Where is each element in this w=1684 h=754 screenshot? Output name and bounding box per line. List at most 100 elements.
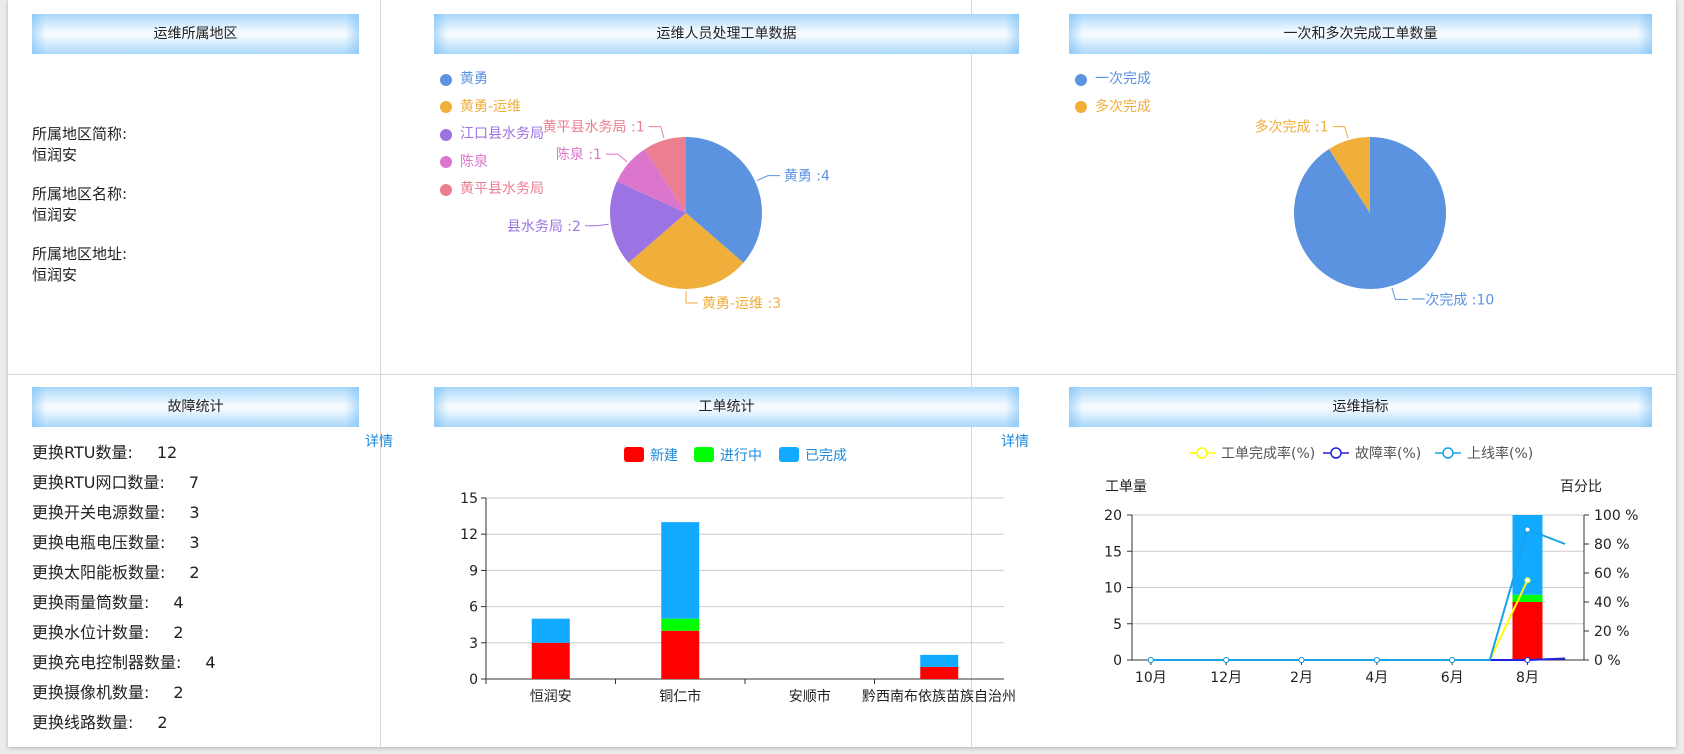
fault-value: 7 bbox=[188, 473, 200, 492]
pie-label-line bbox=[584, 223, 609, 227]
x-tick-label: 4月 bbox=[1365, 670, 1388, 686]
fault-value: 3 bbox=[189, 533, 200, 552]
left-tick-label: 15 bbox=[1104, 544, 1122, 560]
pie-label-line bbox=[1332, 126, 1349, 139]
region-short-name: 所属地区简称: 恒润安 bbox=[32, 124, 127, 166]
fault-label: 更换雨量筒数量: bbox=[32, 593, 150, 612]
legend-label: 多次完成 bbox=[1095, 98, 1151, 115]
bar-segment bbox=[661, 522, 700, 619]
faults-panel-title: 故障统计 bbox=[32, 387, 359, 427]
legend-item-first-time[interactable]: 一次完成 bbox=[1075, 66, 1151, 94]
y-tick-label: 0 bbox=[469, 672, 478, 688]
left-tick-label: 5 bbox=[1113, 617, 1122, 633]
x-tick-label: 2月 bbox=[1290, 670, 1313, 686]
fault-value: 2 bbox=[173, 623, 184, 642]
fault-label: 更换水位计数量: bbox=[32, 623, 150, 642]
series-point bbox=[1524, 657, 1531, 663]
x-tick-label: 6月 bbox=[1441, 670, 1464, 686]
list-item: 更换充电控制器数量: 4 bbox=[32, 648, 216, 678]
y-tick-label: 15 bbox=[460, 491, 478, 507]
staff-orders-pie-chart: 黄勇 :4 黄勇-运维 :3 江口县水务局 :2 陈泉 :1 黄平县水务局 :1 bbox=[508, 119, 830, 312]
fault-value: 2 bbox=[189, 563, 200, 582]
left-tick-label: 10 bbox=[1104, 581, 1122, 597]
pie-slice-label: 多次完成 :1 bbox=[1255, 119, 1329, 136]
series-point bbox=[1524, 577, 1531, 584]
series-point bbox=[1223, 657, 1230, 663]
x-tick-label: 12月 bbox=[1210, 670, 1242, 686]
list-item: 更换摄像机数量: 2 bbox=[32, 678, 216, 708]
fault-label: 更换开关电源数量: bbox=[32, 503, 166, 522]
region-info-list: 所属地区简称: 恒润安 所属地区名称: 恒润安 所属地区地址: 恒润安 bbox=[32, 124, 127, 304]
bar-segment bbox=[920, 654, 959, 667]
list-item: 更换RTU网口数量: 7 bbox=[32, 468, 216, 498]
legend-label: 新建 bbox=[650, 448, 678, 464]
work-orders-panel-title: 工单统计 bbox=[434, 387, 1019, 427]
fault-value: 4 bbox=[205, 653, 216, 672]
right-tick-label: 100 % bbox=[1594, 508, 1638, 524]
series-point bbox=[1449, 657, 1456, 663]
series-line bbox=[1150, 528, 1566, 661]
pie-label-line bbox=[756, 175, 780, 182]
pie-label-line bbox=[648, 126, 665, 139]
legend-label: 故障率(%) bbox=[1355, 445, 1421, 462]
left-axis-title: 工单量 bbox=[1105, 479, 1147, 495]
fault-label: 更换电瓶电压数量: bbox=[32, 533, 166, 552]
x-tick-label: 安顺市 bbox=[789, 688, 831, 705]
left-tick-label: 20 bbox=[1104, 508, 1122, 524]
pie-slice-label: 黄勇-运维 :3 bbox=[702, 295, 781, 312]
region-address-label: 所属地区地址: bbox=[32, 245, 128, 263]
x-tick-label: 8月 bbox=[1516, 670, 1539, 686]
fault-label: 更换RTU网口数量: bbox=[32, 473, 165, 492]
fault-label: 更换充电控制器数量: bbox=[32, 653, 182, 672]
bar-segment bbox=[1512, 602, 1543, 660]
list-item: 更换电瓶电压数量: 3 bbox=[32, 528, 216, 558]
right-axis-title: 百分比 bbox=[1560, 479, 1602, 495]
list-item: 更换雨量筒数量: 4 bbox=[32, 588, 216, 618]
row-divider bbox=[8, 374, 1676, 375]
y-tick-label: 12 bbox=[460, 527, 478, 543]
fault-value: 2 bbox=[173, 683, 184, 702]
legend-label: 工单完成率(%) bbox=[1221, 445, 1315, 462]
completion-panel-title: 一次和多次完成工单数量 bbox=[1069, 14, 1652, 54]
right-tick-label: 60 % bbox=[1594, 566, 1630, 582]
legend-item-multi-time[interactable]: 多次完成 bbox=[1075, 94, 1151, 122]
legend-dot-icon bbox=[440, 128, 452, 141]
y-tick-label: 6 bbox=[469, 600, 478, 616]
pie-slice-label: 黄平县水务局 :1 bbox=[543, 119, 645, 136]
bar-segment bbox=[661, 618, 700, 631]
legend-label: 已完成 bbox=[805, 448, 847, 464]
x-tick-label: 铜仁市 bbox=[659, 688, 701, 705]
series-point bbox=[1524, 526, 1531, 533]
bar-segment bbox=[661, 630, 700, 679]
legend-dot-icon bbox=[440, 101, 452, 114]
region-short-name-label: 所属地区简称: bbox=[32, 125, 128, 143]
fault-value: 12 bbox=[156, 443, 178, 462]
list-item: 更换开关电源数量: 3 bbox=[32, 498, 216, 528]
pie-label-line bbox=[1391, 287, 1408, 300]
region-full-name-value: 恒润安 bbox=[32, 206, 78, 224]
fault-label: 更换RTU数量: bbox=[32, 443, 133, 462]
bar-segment bbox=[531, 618, 570, 643]
fault-label: 更换线路数量: bbox=[32, 713, 134, 732]
fault-label: 更换摄像机数量: bbox=[32, 683, 150, 702]
region-short-name-value: 恒润安 bbox=[32, 146, 78, 164]
list-item: 更换线路数量: 2 bbox=[32, 708, 216, 738]
faults-detail-link[interactable]: 详情 bbox=[365, 431, 393, 451]
series-point bbox=[1373, 657, 1380, 663]
region-full-name: 所属地区名称: 恒润安 bbox=[32, 184, 127, 226]
region-panel-title: 运维所属地区 bbox=[32, 14, 359, 54]
legend-item-huangyong[interactable]: 黄勇 bbox=[440, 66, 544, 94]
legend-swatch bbox=[624, 447, 644, 462]
legend-swatch bbox=[694, 447, 714, 462]
x-tick-label: 黔西南布依族苗族自治州 bbox=[862, 689, 1016, 705]
dashboard: 运维所属地区 所属地区简称: 恒润安 所属地区名称: 恒润安 所属地区地址: 恒… bbox=[8, 0, 1676, 747]
region-address: 所属地区地址: 恒润安 bbox=[32, 244, 127, 286]
legend-label: 黄勇 bbox=[460, 71, 488, 87]
completion-pie-legend: 一次完成 多次完成 bbox=[1075, 66, 1151, 121]
region-full-name-label: 所属地区名称: bbox=[32, 185, 128, 203]
legend-dot-icon bbox=[440, 183, 452, 196]
pie-label-line bbox=[685, 291, 698, 304]
staff-orders-panel-title: 运维人员处理工单数据 bbox=[434, 14, 1019, 54]
series-line bbox=[1150, 579, 1529, 661]
legend-marker bbox=[1330, 447, 1342, 459]
